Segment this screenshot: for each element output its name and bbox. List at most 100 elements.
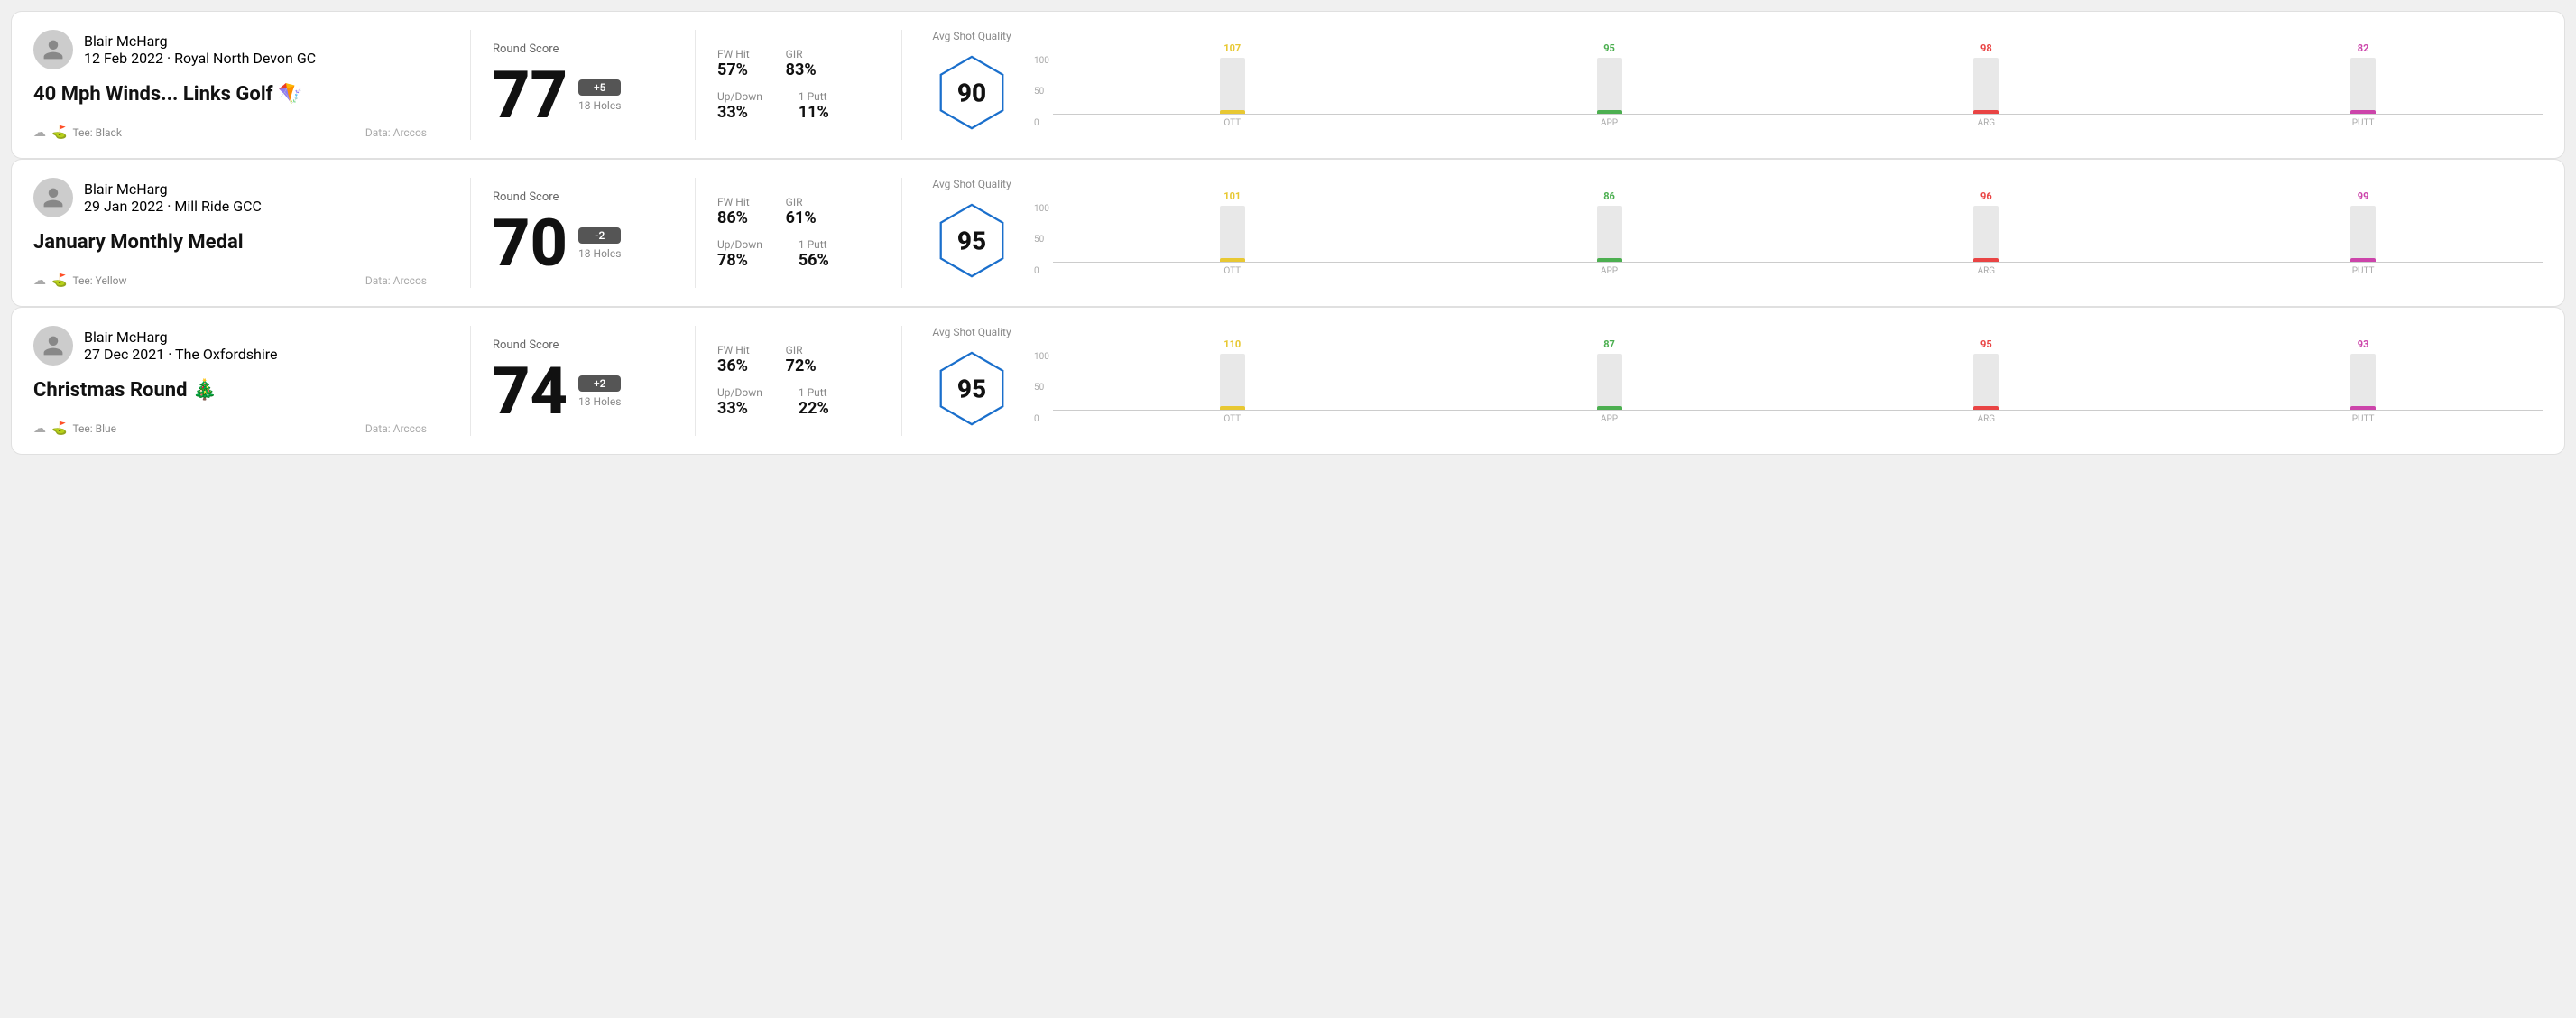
score-number: 77	[493, 63, 568, 128]
stats-section: FW Hit36%GIR72%Up/Down33%1 Putt22%	[717, 326, 880, 436]
score-number: 70	[493, 211, 568, 276]
round-title: 40 Mph Winds... Links Golf 🪁	[33, 83, 427, 106]
stats-section: FW Hit57% GIR83% Up/Down33% 1 Putt11%	[717, 30, 880, 140]
shot-quality-container: Avg Shot Quality 95	[931, 178, 1012, 288]
divider	[470, 326, 471, 436]
score-label: Round Score	[493, 190, 673, 204]
bar-value-label: 95	[1980, 338, 1992, 350]
bar-value-label: 99	[2358, 190, 2369, 202]
score-label: Round Score	[493, 42, 673, 56]
bar-value-label: 86	[1603, 190, 1615, 202]
bar-background	[1973, 58, 1999, 114]
bar-column: 99	[2184, 190, 2543, 262]
updown-stat: Up/Down33%	[717, 386, 762, 418]
chart-section: Avg Shot Quality 90100500107959882OTTAPP…	[924, 30, 2543, 140]
bar-column: 95	[1430, 42, 1789, 114]
fw-hit-stat: FW Hit86%	[717, 196, 750, 227]
bar-axis-label: PUTT	[2184, 414, 2543, 424]
round-card: Blair McHarg27 Dec 2021 · The Oxfordshir…	[11, 307, 2565, 455]
divider	[901, 326, 902, 436]
bar-axis-label: PUTT	[2184, 266, 2543, 276]
score-holes: 18 Holes	[578, 99, 621, 112]
divider	[695, 178, 696, 288]
bar-background	[2350, 206, 2376, 262]
score-section: Round Score 77 +5 18 Holes	[493, 30, 673, 140]
updown-stat: Up/Down78%	[717, 238, 762, 270]
score-badge: +5	[578, 79, 621, 96]
bar-fill	[2350, 110, 2376, 114]
updown-stat: Up/Down33%	[717, 90, 762, 122]
bar-axis-label: ARG	[1806, 266, 2165, 276]
bar-column: 82	[2184, 42, 2543, 114]
round-title: Christmas Round 🎄	[33, 379, 427, 403]
round-title: January Monthly Medal	[33, 231, 427, 255]
bar-fill	[1973, 258, 1999, 262]
bar-fill	[1597, 110, 1622, 114]
player-section: Blair McHarg29 Jan 2022 · Mill Ride GCC J…	[33, 178, 448, 288]
bar-fill	[2350, 406, 2376, 410]
player-section: Blair McHarg27 Dec 2021 · The Oxfordshir…	[33, 326, 448, 436]
bar-column: 93	[2184, 338, 2543, 410]
tee-label: Tee: Black	[72, 126, 121, 139]
bar-value-label: 82	[2358, 42, 2369, 54]
tee-label: Tee: Yellow	[72, 274, 126, 287]
bag-icon: ⛳	[51, 421, 67, 436]
bar-background	[1973, 354, 1999, 410]
oneputt-stat: 1 Putt11%	[799, 90, 829, 122]
bar-column: 101	[1053, 190, 1412, 262]
bar-axis-label: ARG	[1806, 118, 2165, 128]
avatar	[33, 30, 73, 69]
player-name: Blair McHarg	[84, 32, 316, 50]
oneputt-stat: 1 Putt56%	[799, 238, 829, 270]
player-name: Blair McHarg	[84, 180, 262, 198]
bar-fill	[1220, 110, 1245, 114]
bar-axis-label: APP	[1430, 414, 1789, 424]
bar-fill	[1597, 406, 1622, 410]
score-badge: +2	[578, 375, 621, 392]
bar-axis-label: OTT	[1053, 118, 1412, 128]
score-holes: 18 Holes	[578, 247, 621, 260]
bar-background	[2350, 354, 2376, 410]
tee-info: ☁ ⛳ Tee: Blue	[33, 421, 116, 436]
tee-label: Tee: Blue	[72, 422, 116, 435]
bar-axis-label: OTT	[1053, 414, 1412, 424]
round-card: Blair McHarg29 Jan 2022 · Mill Ride GCC J…	[11, 159, 2565, 307]
bar-value-label: 110	[1223, 338, 1241, 350]
score-badge: -2	[578, 227, 621, 244]
bar-axis-label: OTT	[1053, 266, 1412, 276]
bar-value-label: 93	[2358, 338, 2369, 350]
gir-stat: GIR83%	[786, 48, 817, 79]
bar-background	[2350, 58, 2376, 114]
stats-section: FW Hit86% GIR61% Up/Down78% 1 Putt56%	[717, 178, 880, 288]
bar-column: 96	[1806, 190, 2165, 262]
bar-column: 86	[1430, 190, 1789, 262]
round-card: Blair McHarg12 Feb 2022 · Royal North De…	[11, 11, 2565, 159]
bar-background	[1597, 58, 1622, 114]
score-section: Round Score 70 -2 18 Holes	[493, 178, 673, 288]
shot-quality-score: 90	[957, 79, 986, 108]
bar-value-label: 107	[1223, 42, 1241, 54]
chart-section: Avg Shot Quality 95100500101869699OTTAPP…	[924, 178, 2543, 288]
bar-axis-label: APP	[1430, 266, 1789, 276]
bar-background	[1220, 206, 1245, 262]
bar-value-label: 95	[1603, 42, 1615, 54]
player-info: Blair McHarg29 Jan 2022 · Mill Ride GCC	[84, 180, 262, 215]
player-info: Blair McHarg27 Dec 2021 · The Oxfordshir…	[84, 329, 278, 363]
shot-quality-label: Avg Shot Quality	[932, 178, 1011, 190]
bag-icon: ⛳	[51, 125, 67, 140]
divider	[470, 30, 471, 140]
shot-quality-label: Avg Shot Quality	[932, 326, 1011, 338]
bar-value-label: 87	[1603, 338, 1615, 350]
gir-stat: GIR61%	[786, 196, 817, 227]
weather-icon: ☁	[33, 125, 46, 140]
score-holes: 18 Holes	[578, 395, 621, 408]
bar-column: 107	[1053, 42, 1412, 114]
data-source: Data: Arccos	[365, 274, 427, 287]
shot-quality-label: Avg Shot Quality	[932, 30, 1011, 42]
fw-hit-stat: FW Hit57%	[717, 48, 750, 79]
weather-icon: ☁	[33, 421, 46, 436]
player-name: Blair McHarg	[84, 329, 278, 346]
bar-fill	[1597, 258, 1622, 262]
bar-column: 95	[1806, 338, 2165, 410]
player-meta: 27 Dec 2021 · The Oxfordshire	[84, 346, 278, 363]
